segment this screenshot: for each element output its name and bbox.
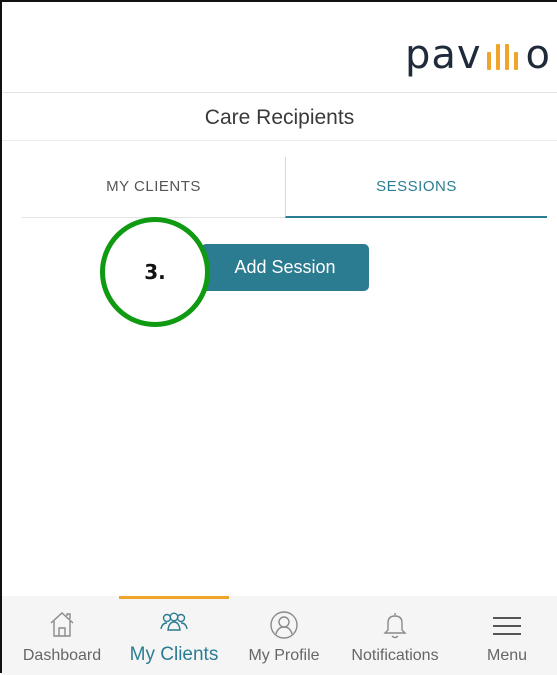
nav-item-notifications[interactable]: Notifications [338, 596, 452, 675]
hamburger-icon [492, 616, 522, 641]
page-title-bar: Care Recipients [2, 94, 557, 141]
logo-text-right: o [525, 32, 551, 78]
nav-label-menu: Menu [486, 647, 528, 664]
nav-label-my-profile: My Profile [248, 647, 320, 664]
nav-item-my-profile[interactable]: My Profile [234, 596, 334, 675]
bell-icon [383, 610, 407, 645]
pavillio-logo: pav o [405, 32, 551, 78]
tab-sessions[interactable]: SESSIONS [285, 157, 547, 218]
bottom-navigation: Dashboard My Clients My Profile Notifica… [2, 596, 557, 675]
tab-my-clients[interactable]: MY CLIENTS [22, 157, 285, 218]
people-icon [159, 612, 189, 637]
step-number: 3. [144, 260, 166, 284]
active-nav-indicator [119, 596, 229, 599]
nav-item-menu[interactable]: Menu [462, 596, 552, 675]
step-annotation-circle: 3. [100, 217, 210, 327]
nav-label-dashboard: Dashboard [22, 647, 102, 664]
home-icon [49, 610, 75, 643]
tab-bar: MY CLIENTS SESSIONS [22, 157, 547, 218]
nav-label-notifications: Notifications [351, 647, 439, 664]
logo-bars-icon [484, 40, 524, 70]
add-session-button[interactable]: Add Session [201, 244, 369, 291]
profile-icon [269, 610, 299, 645]
page-title: Care Recipients [204, 106, 355, 129]
app-frame: pav o Care Recipients MY CLIENTS SESSIONS… [0, 0, 557, 675]
app-header: pav o [2, 2, 557, 93]
nav-item-my-clients[interactable]: My Clients [119, 596, 229, 675]
nav-label-my-clients: My Clients [129, 644, 219, 665]
logo-text-left: pav [404, 32, 482, 78]
nav-item-dashboard[interactable]: Dashboard [2, 596, 122, 675]
